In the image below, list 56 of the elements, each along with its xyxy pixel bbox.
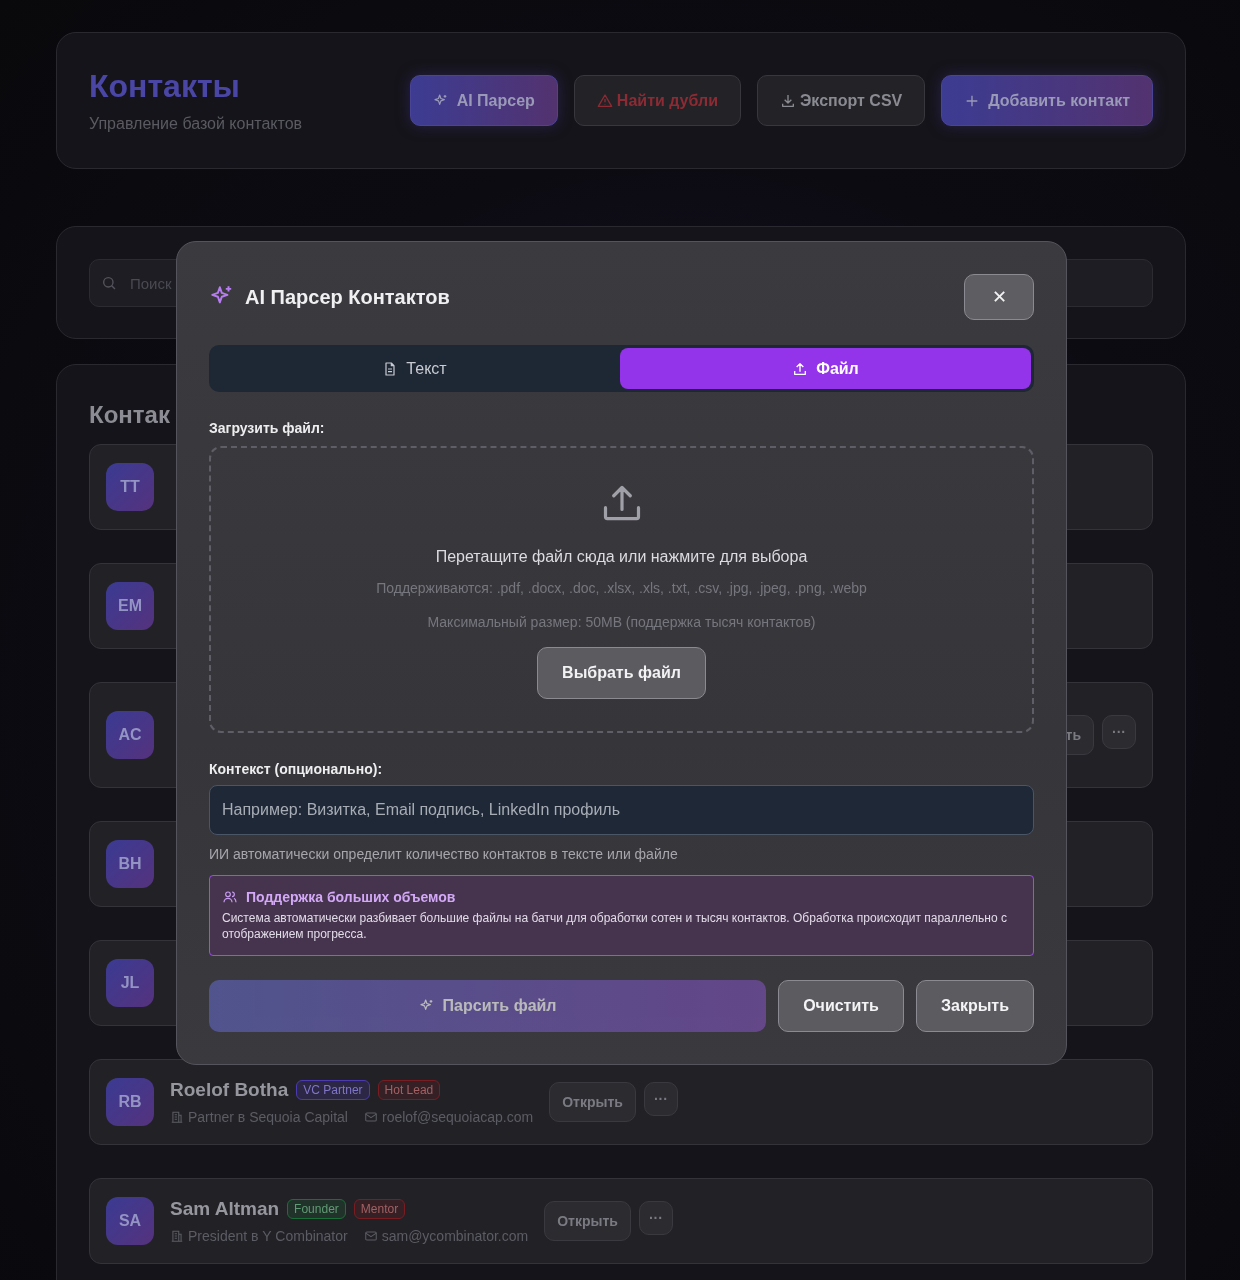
contact-email: roelof@sequoiacap.com bbox=[382, 1109, 534, 1125]
upload-icon bbox=[792, 360, 809, 377]
search-icon bbox=[101, 275, 117, 291]
mail-icon bbox=[363, 1229, 378, 1243]
drop-zone[interactable]: Перетащите файл сюда или нажмите для выбора Поддерживаются: .pdf, .docx, .doc, .xlsx, .xls, .txt, .csv, .jpg, .jpeg, .png, .webp Максимальный размер: 50MB (поддержка тысяч контактов) Выбрать файл bbox=[209, 446, 1034, 733]
dialog-title: AI Парсер Контактов bbox=[245, 285, 450, 309]
tab[interactable]: Файл bbox=[620, 348, 1031, 389]
toolbar-button[interactable]: AI Парсер bbox=[409, 75, 558, 126]
page-title: Контакты bbox=[89, 68, 241, 105]
info-title: Поддержка больших объемов bbox=[246, 889, 456, 905]
tag: Hot Lead bbox=[377, 1080, 441, 1100]
more-button[interactable]: ··· bbox=[1102, 715, 1136, 749]
tag: Founder bbox=[287, 1199, 346, 1219]
choose-file-button[interactable]: Выбрать файл bbox=[537, 647, 706, 699]
avatar: TT bbox=[106, 463, 154, 511]
contact-row[interactable]: RB Roelof Botha VC Partner Hot Lead Partner в Sequoia Capital roelof@sequoiacap.com Открыть ··· bbox=[89, 1059, 1153, 1145]
toolbar-button[interactable]: Добавить контакт bbox=[941, 75, 1153, 126]
contact-name: Roelof Botha bbox=[170, 1079, 289, 1101]
info-text: Система автоматически разбивает большие файлы на батчи для обработки сотен и тысяч контактов. Обработка происходит параллельно с отображением прогресса. bbox=[222, 910, 1008, 942]
building-icon bbox=[170, 1229, 184, 1243]
mail-icon bbox=[364, 1110, 378, 1124]
avatar: AC bbox=[106, 711, 154, 759]
open-button[interactable]: Открыть bbox=[549, 1082, 636, 1122]
contact-position: Partner в Sequoia Capital bbox=[188, 1109, 348, 1125]
dialog-button[interactable]: Закрыть bbox=[915, 980, 1034, 1032]
tab[interactable]: Текст bbox=[209, 348, 620, 389]
avatar: EM bbox=[106, 582, 154, 630]
tag: VC Partner bbox=[296, 1080, 370, 1100]
close-button[interactable]: ✕ bbox=[964, 274, 1034, 320]
download-icon bbox=[780, 92, 796, 109]
drop-prompt: Перетащите файл сюда или нажмите для выбора bbox=[435, 548, 808, 566]
field-label: Контекст (опционально): bbox=[209, 761, 384, 777]
building-icon bbox=[170, 1110, 184, 1124]
field-label: Загрузить файл: bbox=[209, 420, 326, 436]
more-button[interactable]: ··· bbox=[638, 1201, 673, 1235]
avatar: JL bbox=[106, 959, 154, 1007]
users-icon bbox=[222, 889, 238, 905]
avatar: BH bbox=[106, 840, 154, 888]
section-title: Контак bbox=[89, 400, 170, 430]
avatar: RB bbox=[106, 1078, 154, 1126]
contact-position: President в Y Combinator bbox=[188, 1228, 348, 1244]
toolbar-button[interactable]: Экспорт CSV bbox=[757, 75, 926, 126]
tag: Mentor bbox=[353, 1199, 406, 1219]
max-size-note: Максимальный размер: 50MB (поддержка тысяч контактов) bbox=[427, 614, 816, 630]
hint-text: ИИ автоматически определит количество контактов в тексте или файле bbox=[209, 846, 679, 862]
contact-name: Sam Altman bbox=[170, 1198, 280, 1220]
avatar: SA bbox=[106, 1197, 154, 1245]
more-button[interactable]: ··· bbox=[643, 1082, 678, 1116]
contact-row[interactable]: SA Sam Altman Founder Mentor President в Y Combinator sam@ycombinator.com Открыть ··· bbox=[89, 1178, 1153, 1264]
warning-icon bbox=[596, 92, 613, 109]
contact-email: sam@ycombinator.com bbox=[381, 1228, 529, 1244]
context-field[interactable]: Например: Визитка, Email подпись, LinkedIn профиль bbox=[209, 785, 1034, 835]
open-button[interactable]: Открыть bbox=[544, 1201, 631, 1241]
page-subtitle: Управление базой контактов bbox=[89, 115, 303, 133]
dialog-button[interactable]: Очистить bbox=[778, 980, 904, 1032]
supported-formats: Поддерживаются: .pdf, .docx, .doc, .xlsx, .xls, .txt, .csv, .jpg, .jpeg, .png, .webp bbox=[376, 580, 867, 596]
